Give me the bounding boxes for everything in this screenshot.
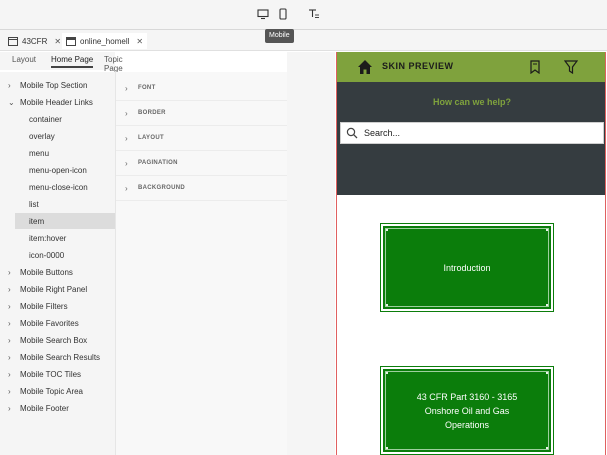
document-icon <box>8 36 18 46</box>
chevron-right-icon[interactable]: › <box>8 302 11 311</box>
chevron-right-icon[interactable]: › <box>8 285 11 294</box>
subtab-topic-page[interactable]: Topic Page <box>104 55 123 73</box>
search-icon <box>346 127 358 139</box>
top-toolbar <box>0 0 607 30</box>
chevron-right-icon[interactable]: › <box>8 81 11 90</box>
tree-item-mobile-search-box[interactable]: › Mobile Search Box <box>0 332 115 348</box>
preview-title: SKIN PREVIEW <box>382 61 454 71</box>
tile-corner-dot <box>386 372 388 374</box>
subtab-home-page[interactable]: Home Page <box>51 55 94 68</box>
chevron-right-icon[interactable]: › <box>8 404 11 413</box>
toc-tile[interactable]: Introduction <box>380 223 554 312</box>
monitor-icon[interactable] <box>256 7 270 21</box>
property-group-font[interactable]: › FONT <box>116 76 288 101</box>
search-input[interactable]: Search... <box>340 122 604 144</box>
tree-item-mobile-footer[interactable]: › Mobile Footer <box>0 400 115 416</box>
subtab-layout[interactable]: Layout <box>12 55 36 64</box>
chevron-right-icon[interactable]: › <box>8 336 11 345</box>
property-group-layout[interactable]: › LAYOUT <box>116 126 288 151</box>
tab-label: online_homell <box>80 36 130 46</box>
chevron-right-icon[interactable]: › <box>8 319 11 328</box>
tab-label: 43CFR <box>22 36 48 46</box>
chevron-down-icon[interactable]: ⌄ <box>8 98 15 107</box>
editor-subtabs: Layout Home Page Topic Page <box>0 52 123 73</box>
property-group-border[interactable]: › BORDER <box>116 101 288 126</box>
close-icon[interactable]: ✕ <box>54 37 61 46</box>
tree-item-mobile-filters[interactable]: › Mobile Filters <box>0 298 115 314</box>
properties-panel: › FONT › BORDER › LAYOUT › PAGINATION › BACKG… <box>115 72 288 455</box>
tile-label: 43 CFR Part 3160 - 3165 Onshore Oil and … <box>416 391 518 430</box>
property-group-pagination[interactable]: › PAGINATION <box>116 151 288 176</box>
tree-item-mobile-topic-area[interactable]: › Mobile Topic Area <box>0 383 115 399</box>
tree-item-icon-0000[interactable]: icon-0000 <box>0 247 115 263</box>
preview-gutter <box>287 52 335 455</box>
tree-item-mobile-buttons[interactable]: › Mobile Buttons <box>0 264 115 280</box>
chevron-right-icon[interactable]: › <box>125 134 128 143</box>
close-icon[interactable]: ✕ <box>136 37 143 46</box>
tile-corner-dot <box>546 229 548 231</box>
tree-item-overlay[interactable]: overlay <box>0 128 115 144</box>
tree-item-list[interactable]: list <box>0 196 115 212</box>
chevron-right-icon[interactable]: › <box>8 353 11 362</box>
tab-43cfr[interactable]: 43CFR ✕ <box>4 33 65 49</box>
tree-item-menu-close-icon[interactable]: menu-close-icon <box>0 179 115 195</box>
tree-item-item[interactable]: item <box>15 213 115 229</box>
tree-item-menu[interactable]: menu <box>0 145 115 161</box>
toc-tile[interactable]: 43 CFR Part 3160 - 3165 Onshore Oil and … <box>380 366 554 455</box>
tile-corner-dot <box>386 304 388 306</box>
tree-item-mobile-toc-tiles[interactable]: › Mobile TOC Tiles <box>0 366 115 382</box>
tree-item-item-hover[interactable]: item:hover <box>0 230 115 246</box>
tree-item-menu-open-icon[interactable]: menu-open-icon <box>0 162 115 178</box>
chevron-right-icon[interactable]: › <box>125 84 128 93</box>
text-format-icon[interactable] <box>307 7 321 21</box>
tree-item-mobile-top-section[interactable]: › Mobile Top Section <box>0 77 115 93</box>
chevron-right-icon[interactable]: › <box>8 370 11 379</box>
mobile-tooltip: Mobile <box>265 29 294 43</box>
tile-corner-dot <box>546 447 548 449</box>
property-group-background[interactable]: › BACKGROUND <box>116 176 288 201</box>
chevron-right-icon[interactable]: › <box>125 184 128 193</box>
skin-preview: SKIN PREVIEW How can we help? Search... … <box>336 52 606 455</box>
tile-corner-dot <box>546 372 548 374</box>
chevron-right-icon[interactable]: › <box>8 268 11 277</box>
search-placeholder: Search... <box>364 128 401 138</box>
preview-header: SKIN PREVIEW <box>337 52 605 82</box>
tile-corner-dot <box>386 229 388 231</box>
tab-online-homell[interactable]: online_homell ✕ <box>62 33 148 49</box>
tile-label: Introduction <box>443 262 491 273</box>
phone-icon[interactable] <box>276 7 290 21</box>
chevron-right-icon[interactable]: › <box>125 109 128 118</box>
tree-item-mobile-header-links[interactable]: ⌄ Mobile Header Links <box>0 94 115 110</box>
tree-item-mobile-search-results[interactable]: › Mobile Search Results <box>0 349 115 365</box>
filter-icon[interactable] <box>564 60 578 74</box>
help-heading: How can we help? <box>432 97 511 107</box>
chevron-right-icon[interactable]: › <box>125 159 128 168</box>
chevron-right-icon[interactable]: › <box>8 387 11 396</box>
bookmark-icon[interactable] <box>529 60 541 74</box>
tree-item-mobile-favorites[interactable]: › Mobile Favorites <box>0 315 115 331</box>
browser-window-icon <box>66 36 76 46</box>
search-band: How can we help? Search... <box>337 82 605 195</box>
home-icon[interactable] <box>357 59 373 75</box>
tile-corner-dot <box>386 447 388 449</box>
style-tree: › Mobile Top Section ⌄ Mobile Header Links… <box>0 72 115 455</box>
tree-item-container[interactable]: container <box>0 111 115 127</box>
document-tab-bar: 43CFR ✕ online_homell ✕ <box>0 30 607 51</box>
tree-item-mobile-right-panel[interactable]: › Mobile Right Panel <box>0 281 115 297</box>
tile-corner-dot <box>546 304 548 306</box>
